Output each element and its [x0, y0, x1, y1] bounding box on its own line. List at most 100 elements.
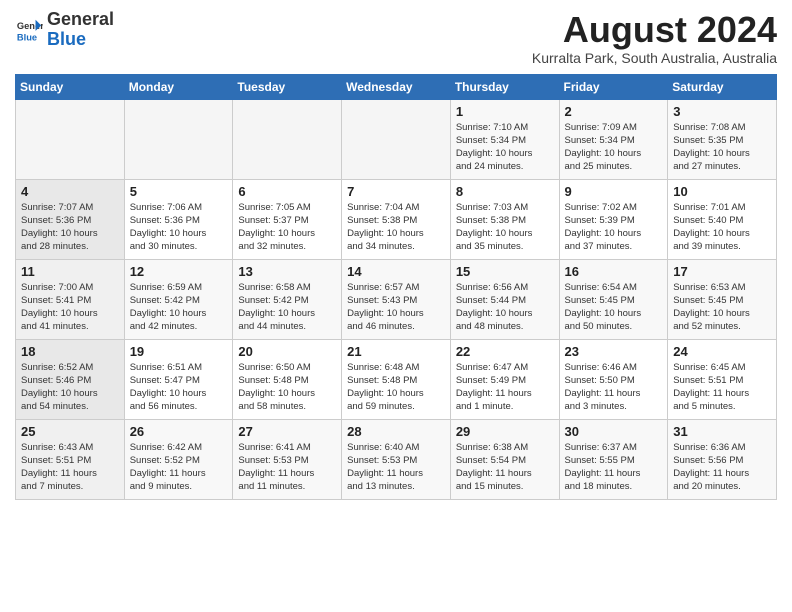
logo-icon: General Blue [15, 16, 43, 44]
calendar-week-row: 25 Sunrise: 6:43 AM Sunset: 5:51 PM Dayli… [16, 419, 777, 499]
calendar-cell: 4Sunrise: 7:07 AM Sunset: 5:36 PM Daylig… [16, 179, 125, 259]
page-header: General Blue General Blue August 2024 Ku… [15, 10, 777, 66]
calendar-cell: 18 Sunrise: 6:52 AM Sunset: 5:46 PM Dayli… [16, 339, 125, 419]
calendar-cell: 25 Sunrise: 6:43 AM Sunset: 5:51 PM Dayli… [16, 419, 125, 499]
calendar-cell: 19 Sunrise: 6:51 AM Sunset: 5:47 PM Dayli… [124, 339, 233, 419]
calendar-cell: 14 Sunrise: 6:57 AM Sunset: 5:43 PM Dayli… [342, 259, 451, 339]
day-info: Sunrise: 6:45 AM Sunset: 5:51 PM Dayligh… [673, 361, 771, 414]
day-number: 22 [456, 344, 554, 359]
calendar-cell [233, 99, 342, 179]
day-number: 30 [565, 424, 663, 439]
calendar-cell: 29 Sunrise: 6:38 AM Sunset: 5:54 PM Dayli… [450, 419, 559, 499]
calendar-cell: 9Sunrise: 7:02 AM Sunset: 5:39 PM Daylig… [559, 179, 668, 259]
header-monday: Monday [124, 74, 233, 99]
calendar-cell: 21Sunrise: 6:48 AM Sunset: 5:48 PM Dayli… [342, 339, 451, 419]
day-info: Sunrise: 6:53 AM Sunset: 5:45 PM Dayligh… [673, 281, 771, 334]
day-info: Sunrise: 6:54 AM Sunset: 5:45 PM Dayligh… [565, 281, 663, 334]
calendar-cell [124, 99, 233, 179]
header-tuesday: Tuesday [233, 74, 342, 99]
day-number: 25 [21, 424, 119, 439]
day-number: 26 [130, 424, 228, 439]
title-block: August 2024 Kurralta Park, South Austral… [532, 10, 777, 66]
day-number: 10 [673, 184, 771, 199]
day-number: 21 [347, 344, 445, 359]
day-number: 3 [673, 104, 771, 119]
day-number: 2 [565, 104, 663, 119]
calendar-cell: 11Sunrise: 7:00 AM Sunset: 5:41 PM Dayli… [16, 259, 125, 339]
logo-blue-text: Blue [47, 29, 86, 49]
day-info: Sunrise: 6:40 AM Sunset: 5:53 PM Dayligh… [347, 441, 445, 494]
calendar-cell: 8Sunrise: 7:03 AM Sunset: 5:38 PM Daylig… [450, 179, 559, 259]
day-info: Sunrise: 6:37 AM Sunset: 5:55 PM Dayligh… [565, 441, 663, 494]
location-subtitle: Kurralta Park, South Australia, Australi… [532, 50, 777, 66]
calendar-cell: 13 Sunrise: 6:58 AM Sunset: 5:42 PM Dayli… [233, 259, 342, 339]
calendar-cell: 7 Sunrise: 7:04 AM Sunset: 5:38 PM Daylig… [342, 179, 451, 259]
day-info: Sunrise: 6:38 AM Sunset: 5:54 PM Dayligh… [456, 441, 554, 494]
day-number: 15 [456, 264, 554, 279]
header-sunday: Sunday [16, 74, 125, 99]
day-number: 7 [347, 184, 445, 199]
day-number: 18 [21, 344, 119, 359]
day-info: Sunrise: 7:07 AM Sunset: 5:36 PM Dayligh… [21, 201, 119, 254]
day-number: 13 [238, 264, 336, 279]
header-friday: Friday [559, 74, 668, 99]
calendar-cell: 12Sunrise: 6:59 AM Sunset: 5:42 PM Dayli… [124, 259, 233, 339]
day-info: Sunrise: 6:56 AM Sunset: 5:44 PM Dayligh… [456, 281, 554, 334]
svg-text:Blue: Blue [17, 32, 37, 42]
header-thursday: Thursday [450, 74, 559, 99]
day-info: Sunrise: 6:57 AM Sunset: 5:43 PM Dayligh… [347, 281, 445, 334]
day-info: Sunrise: 7:01 AM Sunset: 5:40 PM Dayligh… [673, 201, 771, 254]
calendar-week-row: 4Sunrise: 7:07 AM Sunset: 5:36 PM Daylig… [16, 179, 777, 259]
day-info: Sunrise: 6:52 AM Sunset: 5:46 PM Dayligh… [21, 361, 119, 414]
calendar-cell [342, 99, 451, 179]
day-number: 24 [673, 344, 771, 359]
day-info: Sunrise: 6:36 AM Sunset: 5:56 PM Dayligh… [673, 441, 771, 494]
logo-general-text: General [47, 9, 114, 29]
day-info: Sunrise: 7:03 AM Sunset: 5:38 PM Dayligh… [456, 201, 554, 254]
day-info: Sunrise: 6:51 AM Sunset: 5:47 PM Dayligh… [130, 361, 228, 414]
calendar-cell: 6 Sunrise: 7:05 AM Sunset: 5:37 PM Daylig… [233, 179, 342, 259]
day-number: 1 [456, 104, 554, 119]
calendar-cell: 5 Sunrise: 7:06 AM Sunset: 5:36 PM Daylig… [124, 179, 233, 259]
day-number: 5 [130, 184, 228, 199]
day-number: 19 [130, 344, 228, 359]
day-number: 16 [565, 264, 663, 279]
day-info: Sunrise: 7:08 AM Sunset: 5:35 PM Dayligh… [673, 121, 771, 174]
day-info: Sunrise: 7:02 AM Sunset: 5:39 PM Dayligh… [565, 201, 663, 254]
calendar-cell: 1 Sunrise: 7:10 AM Sunset: 5:34 PM Daylig… [450, 99, 559, 179]
day-info: Sunrise: 6:46 AM Sunset: 5:50 PM Dayligh… [565, 361, 663, 414]
day-info: Sunrise: 6:43 AM Sunset: 5:51 PM Dayligh… [21, 441, 119, 494]
day-info: Sunrise: 6:42 AM Sunset: 5:52 PM Dayligh… [130, 441, 228, 494]
day-info: Sunrise: 7:04 AM Sunset: 5:38 PM Dayligh… [347, 201, 445, 254]
day-number: 23 [565, 344, 663, 359]
calendar-week-row: 11Sunrise: 7:00 AM Sunset: 5:41 PM Dayli… [16, 259, 777, 339]
logo: General Blue General Blue [15, 10, 114, 50]
day-info: Sunrise: 7:05 AM Sunset: 5:37 PM Dayligh… [238, 201, 336, 254]
calendar-cell: 16 Sunrise: 6:54 AM Sunset: 5:45 PM Dayli… [559, 259, 668, 339]
day-info: Sunrise: 7:09 AM Sunset: 5:34 PM Dayligh… [565, 121, 663, 174]
day-number: 17 [673, 264, 771, 279]
calendar-cell: 2 Sunrise: 7:09 AM Sunset: 5:34 PM Daylig… [559, 99, 668, 179]
calendar-cell: 22Sunrise: 6:47 AM Sunset: 5:49 PM Dayli… [450, 339, 559, 419]
calendar-cell: 17 Sunrise: 6:53 AM Sunset: 5:45 PM Dayli… [668, 259, 777, 339]
day-info: Sunrise: 7:00 AM Sunset: 5:41 PM Dayligh… [21, 281, 119, 334]
day-number: 29 [456, 424, 554, 439]
calendar-week-row: 1 Sunrise: 7:10 AM Sunset: 5:34 PM Daylig… [16, 99, 777, 179]
day-number: 6 [238, 184, 336, 199]
day-info: Sunrise: 7:10 AM Sunset: 5:34 PM Dayligh… [456, 121, 554, 174]
header-wednesday: Wednesday [342, 74, 451, 99]
day-number: 14 [347, 264, 445, 279]
day-info: Sunrise: 6:58 AM Sunset: 5:42 PM Dayligh… [238, 281, 336, 334]
calendar-cell: 20Sunrise: 6:50 AM Sunset: 5:48 PM Dayli… [233, 339, 342, 419]
month-year-title: August 2024 [532, 10, 777, 50]
day-info: Sunrise: 6:41 AM Sunset: 5:53 PM Dayligh… [238, 441, 336, 494]
calendar-cell: 10 Sunrise: 7:01 AM Sunset: 5:40 PM Dayli… [668, 179, 777, 259]
calendar-cell: 23 Sunrise: 6:46 AM Sunset: 5:50 PM Dayli… [559, 339, 668, 419]
day-number: 28 [347, 424, 445, 439]
calendar-cell: 15 Sunrise: 6:56 AM Sunset: 5:44 PM Dayli… [450, 259, 559, 339]
day-number: 20 [238, 344, 336, 359]
day-number: 31 [673, 424, 771, 439]
calendar-cell: 31 Sunrise: 6:36 AM Sunset: 5:56 PM Dayli… [668, 419, 777, 499]
calendar-cell: 27Sunrise: 6:41 AM Sunset: 5:53 PM Dayli… [233, 419, 342, 499]
day-info: Sunrise: 7:06 AM Sunset: 5:36 PM Dayligh… [130, 201, 228, 254]
